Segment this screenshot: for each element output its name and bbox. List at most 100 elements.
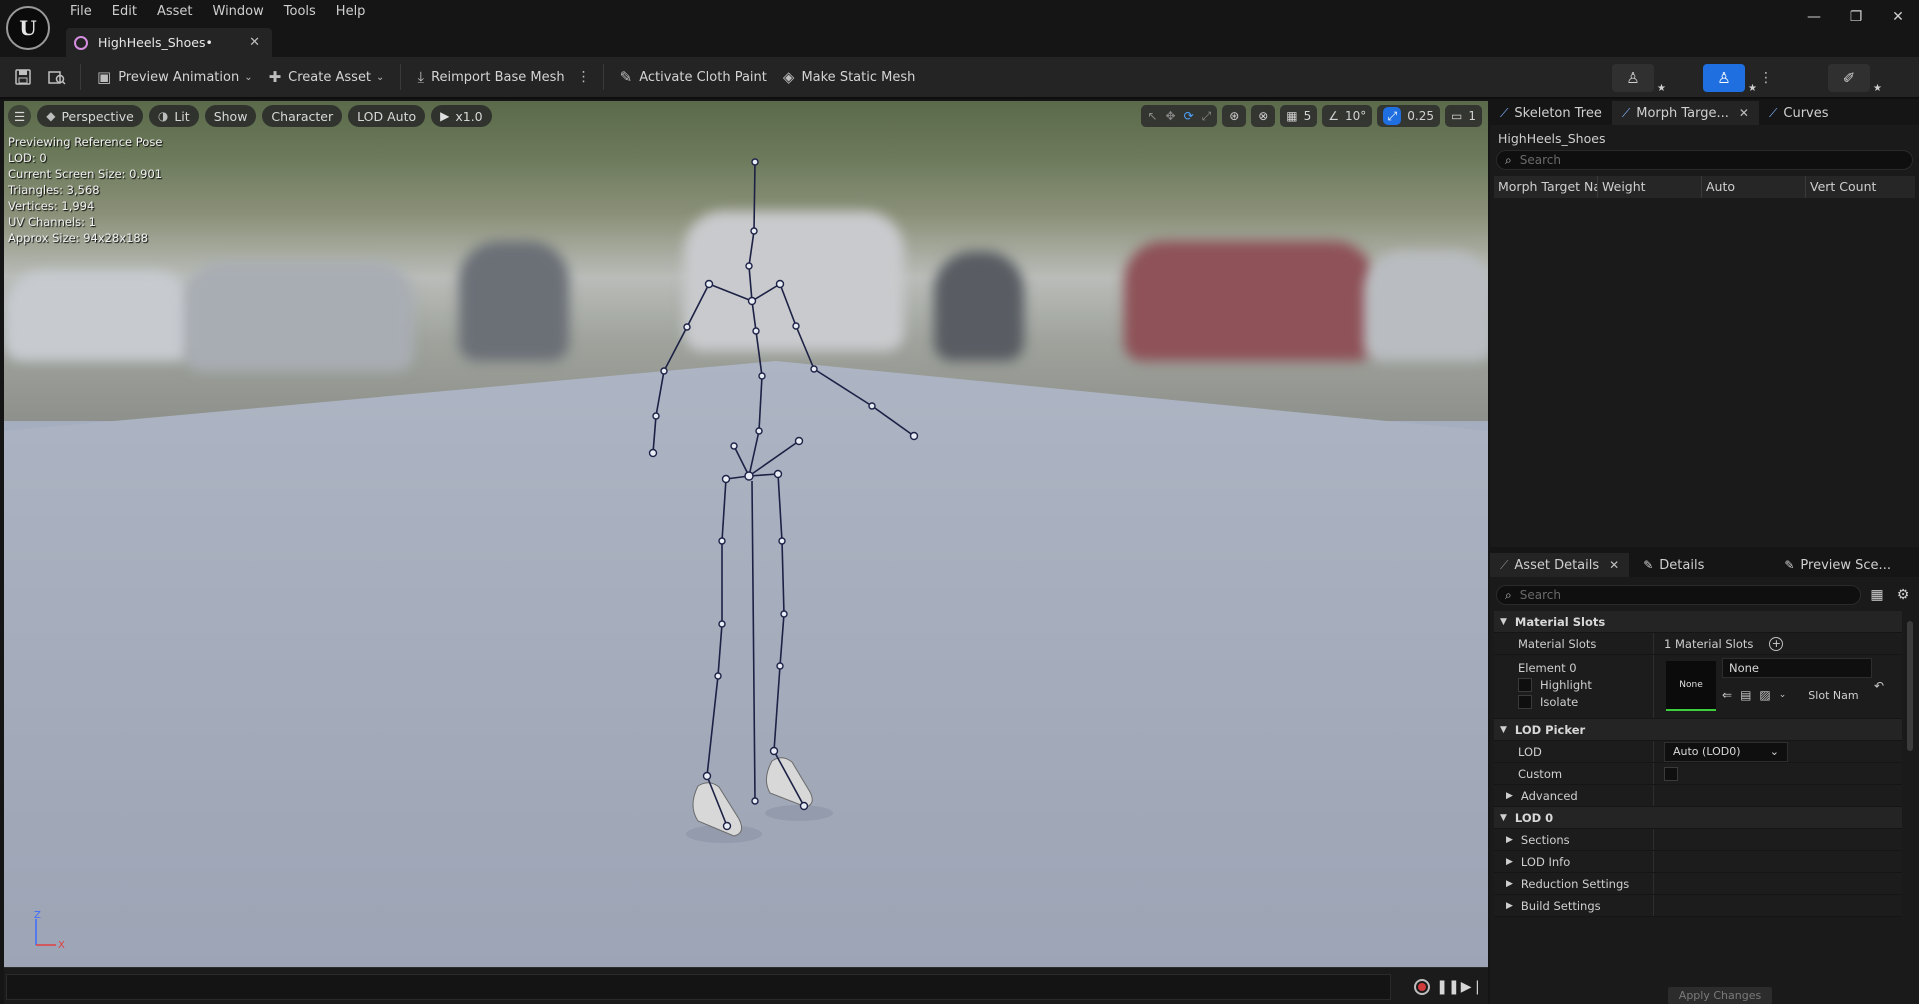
animation-icon: ▣	[97, 68, 112, 86]
preview-animation-button[interactable]: ▣ Preview Animation ⌄	[89, 62, 261, 92]
activate-cloth-paint-button[interactable]: ✎ Activate Cloth Paint	[612, 62, 775, 92]
show-button[interactable]: Show	[204, 105, 257, 127]
category-lod-picker[interactable]: ▼ LOD Picker	[1494, 719, 1902, 741]
category-lod-0-label: LOD 0	[1514, 810, 1554, 825]
scale-snap-button[interactable]: ⤢ 0.25	[1377, 105, 1441, 127]
playback-speed-button[interactable]: ▶ x1.0	[431, 105, 492, 127]
reimport-label: Reimport Base Mesh	[431, 69, 565, 85]
material-thumbnail[interactable]: None	[1666, 661, 1716, 711]
pause-button[interactable]: ❚❚	[1436, 976, 1459, 998]
chevron-down-icon: ⌄	[1769, 745, 1779, 758]
browse-folder-icon[interactable]: ▤	[1740, 688, 1751, 702]
animation-mode-button[interactable]: ✐ ★	[1828, 64, 1882, 94]
expand-triangle-icon: ▶	[1506, 878, 1513, 889]
tab-skeleton-tree-label: Skeleton Tree	[1514, 105, 1602, 121]
more-options-icon[interactable]: ⋮	[1755, 70, 1777, 86]
close-tab-icon[interactable]: ✕	[249, 35, 260, 50]
scale-icon[interactable]: ⤢	[1202, 109, 1212, 124]
close-tab-icon[interactable]: ✕	[1739, 106, 1749, 120]
timeline-track[interactable]	[6, 974, 1391, 1000]
isolate-checkbox[interactable]	[1518, 694, 1532, 709]
record-button[interactable]	[1411, 976, 1433, 998]
cloth-paint-label: Activate Cloth Paint	[639, 69, 767, 85]
lod-info-row[interactable]: ▶ LOD Info	[1494, 851, 1902, 873]
save-icon[interactable]	[8, 62, 38, 92]
tab-morph-targets[interactable]: ⟋ Morph Targe... ✕	[1611, 101, 1759, 125]
menu-file[interactable]: File	[60, 3, 102, 23]
menu-help[interactable]: Help	[326, 3, 376, 23]
details-pencil-icon: ✎	[1643, 558, 1654, 572]
reset-to-default-icon[interactable]: ↶	[1874, 679, 1884, 693]
category-lod-0[interactable]: ▼ LOD 0	[1494, 807, 1902, 829]
grid-snap-value: 5	[1303, 109, 1312, 123]
settings-gear-icon[interactable]: ⚙	[1893, 587, 1913, 603]
advanced-row[interactable]: ▶ Advanced	[1494, 785, 1902, 807]
angle-snap-button[interactable]: ∠ 10°	[1322, 105, 1373, 127]
material-picker: None ⇐ ▤ ▨ ⌄ Slot Nam	[1722, 658, 1872, 718]
sections-row[interactable]: ▶ Sections	[1494, 829, 1902, 851]
details-scrollbar[interactable]	[1907, 621, 1913, 751]
reimport-base-mesh-button[interactable]: ⤓ Reimport Base Mesh	[409, 62, 572, 92]
use-selected-icon[interactable]: ⇐	[1722, 688, 1732, 702]
close-window-button[interactable]: ✕	[1877, 0, 1919, 34]
make-static-mesh-button[interactable]: ◈ Make Static Mesh	[775, 62, 923, 92]
details-search-input[interactable]: ⌕ Search	[1496, 585, 1861, 605]
character-button[interactable]: Character	[262, 105, 343, 127]
grid-snap-button[interactable]: ▦ 5	[1280, 105, 1318, 127]
menu-asset[interactable]: Asset	[147, 3, 203, 23]
viewport[interactable]: ☰ ◆ Perspective ◑ Lit Show Character LOD…	[4, 101, 1488, 967]
select-icon[interactable]: ↖	[1147, 109, 1157, 123]
mesh-mode-button[interactable]: ♙ ★	[1703, 64, 1757, 94]
material-slots-count: 1 Material Slots	[1664, 636, 1754, 651]
rotate-icon[interactable]: ⟳	[1184, 109, 1194, 123]
column-auto[interactable]: Auto	[1702, 176, 1806, 198]
document-tab[interactable]: HighHeels_Shoes• ✕	[66, 28, 272, 57]
menu-window[interactable]: Window	[203, 3, 274, 23]
category-material-slots[interactable]: ▼ Material Slots	[1494, 611, 1902, 633]
surface-snap-button[interactable]: ⊗	[1251, 105, 1276, 127]
perspective-button[interactable]: ◆ Perspective	[37, 105, 143, 127]
tab-details[interactable]: ✎ Details	[1633, 553, 1714, 577]
create-asset-button[interactable]: ✚ Create Asset ⌄	[261, 62, 393, 92]
browse-icon[interactable]	[42, 62, 72, 92]
world-local-button[interactable]: ⊛	[1222, 105, 1247, 127]
column-weight[interactable]: Weight	[1598, 176, 1702, 198]
menu-tools[interactable]: Tools	[274, 3, 326, 23]
tab-preview-scene[interactable]: ✎ Preview Sce...	[1774, 553, 1901, 577]
unreal-logo-icon[interactable]: U	[6, 6, 50, 50]
skeleton-wireframe[interactable]	[4, 101, 1488, 967]
viewport-options-button[interactable]: ☰	[8, 105, 32, 127]
apply-changes-button[interactable]: Apply Changes	[1668, 987, 1772, 1004]
close-tab-icon[interactable]: ✕	[1609, 558, 1619, 572]
mode-anim-group: ✐ ★	[1828, 63, 1882, 94]
step-forward-button[interactable]: ▶❘	[1461, 976, 1484, 998]
more-options-icon[interactable]: ⋮	[573, 69, 595, 85]
column-morph-target-name[interactable]: Morph Target Na	[1494, 176, 1598, 198]
restore-button[interactable]: ❐	[1835, 0, 1877, 34]
material-options-icon[interactable]: ▨	[1759, 688, 1770, 702]
highlight-checkbox[interactable]	[1518, 677, 1532, 692]
add-material-slot-icon[interactable]: +	[1769, 636, 1784, 651]
camera-speed-button[interactable]: ▭ 1	[1445, 105, 1482, 127]
column-vert-count[interactable]: Vert Count	[1806, 176, 1915, 198]
custom-checkbox[interactable]	[1664, 766, 1678, 781]
material-field[interactable]: None	[1722, 658, 1872, 678]
tab-asset-details[interactable]: ⟋ Asset Details ✕	[1490, 553, 1630, 577]
reduction-settings-row[interactable]: ▶ Reduction Settings	[1494, 873, 1902, 895]
table-view-icon[interactable]: ▦	[1867, 587, 1887, 603]
build-settings-row[interactable]: ▶ Build Settings	[1494, 895, 1902, 917]
asset-details-panel: ⟋ Asset Details ✕ ✎ Details ✎ Preview Sc…	[1490, 553, 1919, 1004]
chevron-down-icon[interactable]: ⌄	[1779, 690, 1787, 700]
right-shoe[interactable]	[766, 757, 813, 808]
minimize-button[interactable]: —	[1793, 0, 1835, 34]
lod-auto-button[interactable]: LOD Auto	[348, 105, 426, 127]
menu-edit[interactable]: Edit	[102, 3, 147, 23]
lit-button[interactable]: ◑ Lit	[148, 105, 199, 127]
stats-line: UV Channels: 1	[8, 215, 96, 229]
morph-search-input[interactable]: ⌕ Search	[1496, 150, 1913, 170]
tab-skeleton-tree[interactable]: ⟋ Skeleton Tree	[1490, 101, 1612, 125]
translate-icon[interactable]: ✥	[1166, 109, 1176, 123]
skeleton-mode-button[interactable]: ♙ ★	[1612, 64, 1666, 94]
tab-curves[interactable]: ⟋ Curves	[1759, 101, 1839, 125]
lod-dropdown[interactable]: Auto (LOD0) ⌄	[1664, 741, 1788, 762]
